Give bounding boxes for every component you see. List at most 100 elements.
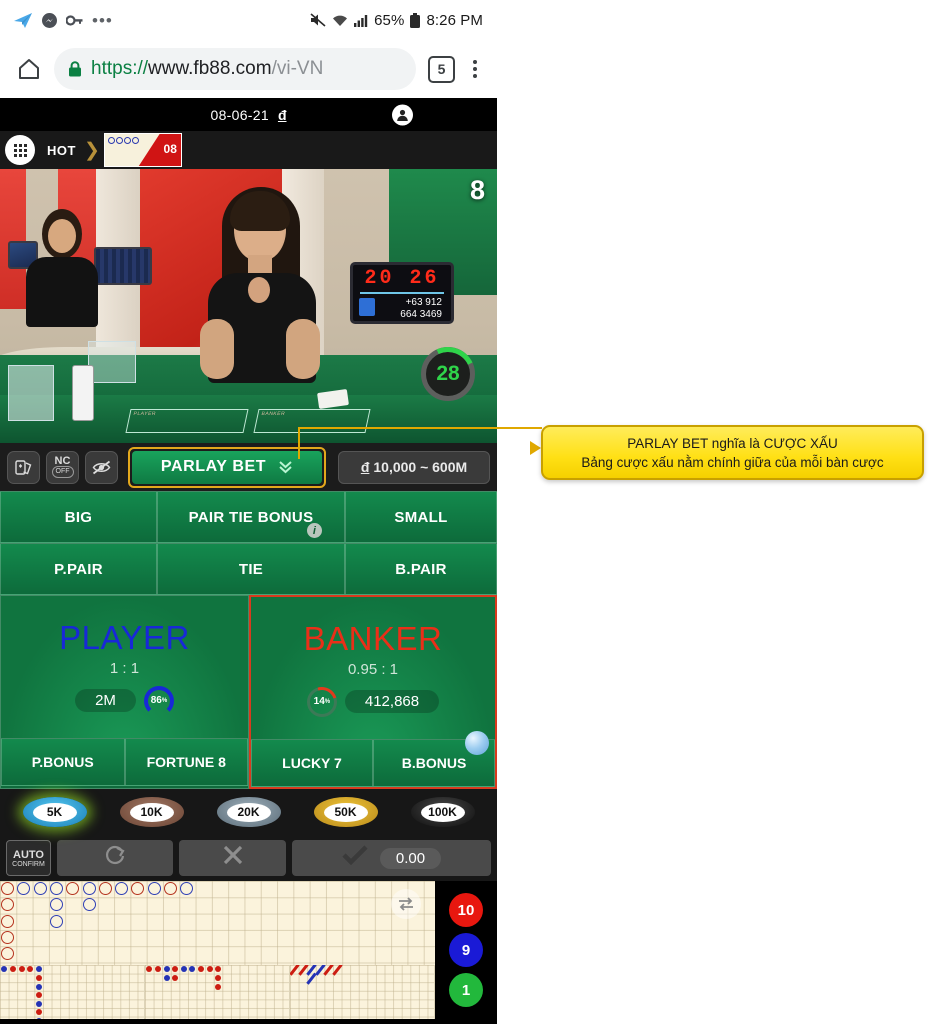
roadmap-mark <box>18 966 25 973</box>
player-percent: 86 <box>150 695 162 706</box>
redo-icon <box>104 844 126 872</box>
banker-sub-bets: LUCKY 7 B.BONUS <box>251 739 495 787</box>
bet-big[interactable]: BIG <box>0 491 157 543</box>
account-avatar-icon[interactable] <box>392 104 413 125</box>
wall-panel-left <box>0 169 26 309</box>
prediction-badge-3[interactable]: 1 <box>449 973 483 1007</box>
clear-bet-button[interactable] <box>179 840 286 876</box>
prediction-badge-2[interactable]: 9 <box>449 933 483 967</box>
banker-percent-ring: 14% <box>306 686 337 717</box>
clear-x-icon <box>222 844 244 872</box>
live-video-feed[interactable]: 20 26 +63 912 664 3469 PLAYER BANKER 8 2… <box>0 169 497 443</box>
roadmap-mark <box>35 992 42 999</box>
messenger-icon <box>42 12 57 28</box>
roadmap-mark <box>215 974 222 981</box>
banker-percent: 14 <box>313 696 325 707</box>
roadmap-mark <box>1 914 14 928</box>
pair-tie-bonus-label: PAIR TIE BONUS <box>188 508 314 526</box>
cockroach-road[interactable] <box>290 965 435 1019</box>
chip-50k[interactable]: 50K <box>313 797 378 827</box>
browser-toolbar: https://www.fb88.com/vi-VN 5 <box>0 40 497 98</box>
countdown-value: 28 <box>436 362 460 385</box>
roadmap-mark <box>49 882 63 895</box>
small-road[interactable] <box>145 965 290 1019</box>
bet-banker-panel[interactable]: BANKER 0.95 : 1 14% 412,868 LUCKY 7 B.BO… <box>249 595 497 789</box>
vpn-key-icon <box>66 14 83 27</box>
bet-bubble-marker <box>465 731 489 755</box>
android-status-bar: ••• 65% 8:26 PM <box>0 0 497 40</box>
live-dealer <box>200 187 320 391</box>
redo-bet-button[interactable] <box>57 840 173 876</box>
chip-10k-label: 10K <box>129 802 174 822</box>
more-dots-icon: ••• <box>92 10 113 30</box>
chip-20k[interactable]: 20K <box>216 797 281 827</box>
eye-off-icon[interactable] <box>85 450 118 484</box>
roadmap-mark <box>164 882 177 895</box>
roadmap-mark <box>82 898 96 912</box>
url-path: /vi-VN <box>271 58 324 79</box>
banker-odds: 0.95 : 1 <box>347 660 399 678</box>
confirm-bet-button[interactable]: 0.00 <box>292 840 491 876</box>
player-area[interactable]: PLAYER 1 : 1 2M 86% <box>1 596 248 738</box>
chip-5k[interactable]: 5K <box>22 797 87 827</box>
table-bet-zone-right: BANKER <box>253 409 371 433</box>
roadmap-mark <box>115 882 129 895</box>
auto-confirm-button[interactable]: AUTO CONFIRM <box>6 840 51 876</box>
url-omnibox[interactable]: https://www.fb88.com/vi-VN <box>54 48 416 90</box>
info-icon[interactable]: i <box>307 523 322 538</box>
apps-grid-icon[interactable] <box>5 135 35 165</box>
banker-area[interactable]: BANKER 0.95 : 1 14% 412,868 <box>251 597 495 755</box>
digital-display-sign: 20 26 +63 912 664 3469 <box>350 262 454 324</box>
telegram-icon <box>14 12 33 28</box>
bet-b-pair[interactable]: B.PAIR <box>345 543 497 595</box>
callout-leader-vertical <box>298 427 300 459</box>
swap-roads-icon[interactable] <box>391 889 421 919</box>
auto-confirm-line2: CONFIRM <box>12 860 45 868</box>
roadmap-mark <box>172 974 179 981</box>
table-thumbnail-tab[interactable]: 08 <box>103 133 182 167</box>
hot-label: HOT <box>47 142 76 158</box>
no-commission-toggle[interactable]: NC OFF <box>46 450 79 484</box>
bet-tie[interactable]: TIE <box>157 543 345 595</box>
bet-lucky-7[interactable]: LUCKY 7 <box>251 739 373 787</box>
parlay-bet-highlight: PARLAY BET <box>128 446 326 488</box>
table-phone-device <box>72 365 94 421</box>
auto-confirm-line1: AUTO <box>13 848 44 861</box>
player-sub-bets: P.BONUS FORTUNE 8 <box>1 738 248 786</box>
url-domain: www.fb88.com <box>148 58 272 79</box>
player-amount: 2M <box>75 689 136 712</box>
roadmap-mark <box>82 882 96 895</box>
chip-100k[interactable]: 100K <box>410 797 475 827</box>
parlay-bet-button[interactable]: PARLAY BET <box>132 450 322 484</box>
bet-p-bonus[interactable]: P.BONUS <box>1 738 125 786</box>
roadmap-mark <box>206 966 213 973</box>
card-shoe-glass <box>8 365 54 421</box>
battery-icon <box>410 12 421 28</box>
callout-leader-horizontal <box>298 427 542 429</box>
status-bar-notification-icons: ••• <box>14 10 113 30</box>
bet-fortune-8[interactable]: FORTUNE 8 <box>124 738 248 786</box>
chip-100k-label: 100K <box>420 802 465 822</box>
bet-limit-display[interactable]: đ 10,000 ~ 600M <box>338 450 490 484</box>
chip-10k[interactable]: 10K <box>119 797 184 827</box>
roadmap-mark <box>49 914 63 928</box>
limit-currency: đ <box>360 459 370 475</box>
callout-arrow-icon <box>530 441 541 455</box>
kebab-menu-icon[interactable] <box>467 58 483 80</box>
banker-percent-suffix: % <box>324 698 331 705</box>
big-eye-road[interactable] <box>0 965 145 1019</box>
chip-50k-label: 50K <box>323 802 368 822</box>
banker-stats: 14% 412,868 <box>306 686 440 717</box>
home-icon[interactable] <box>16 56 42 82</box>
roadmap-section: 10 9 1 <box>0 881 497 1019</box>
bet-p-pair[interactable]: P.PAIR <box>0 543 157 595</box>
tab-count-button[interactable]: 5 <box>428 55 455 83</box>
card-squeeze-icon[interactable] <box>7 450 40 484</box>
roadmap-mark <box>35 1017 42 1019</box>
bet-player-panel[interactable]: PLAYER 1 : 1 2M 86% P.BONUS FORTUNE 8 <box>0 595 249 789</box>
prediction-badge-1[interactable]: 10 <box>449 893 483 927</box>
url-scheme: https:// <box>91 58 149 79</box>
big-road[interactable] <box>0 881 435 965</box>
bet-pair-tie-bonus[interactable]: PAIR TIE BONUS i <box>157 491 345 543</box>
bet-small[interactable]: SMALL <box>345 491 497 543</box>
